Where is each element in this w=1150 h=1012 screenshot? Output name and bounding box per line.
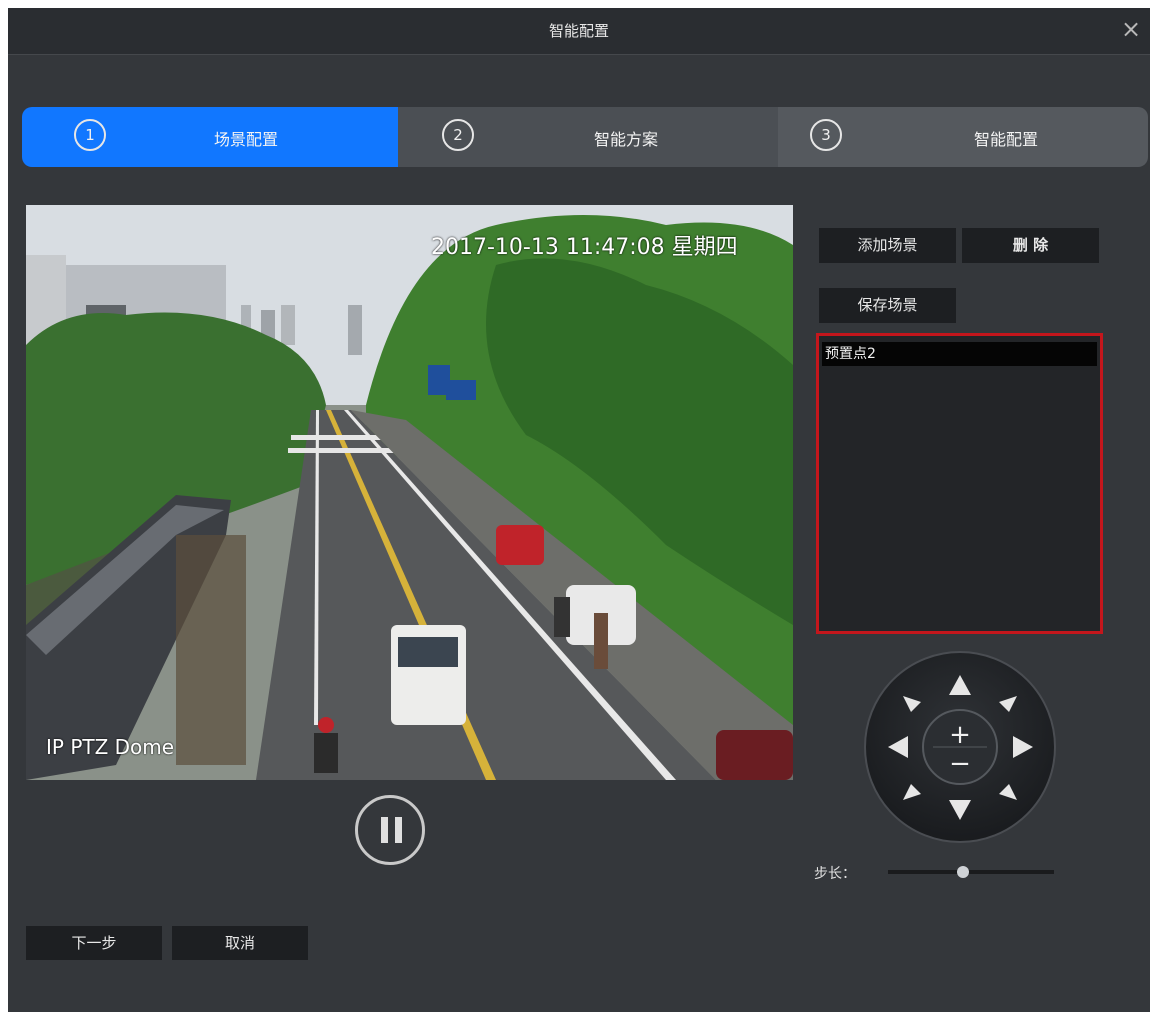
step-length-slider[interactable]	[888, 866, 1054, 878]
scene-list-item[interactable]: 预置点2	[822, 342, 1097, 366]
pause-icon-right	[395, 817, 402, 843]
camera-name-label: IP PTZ Dome	[46, 735, 175, 759]
pause-button[interactable]	[355, 795, 425, 865]
step-number-1: 1	[74, 119, 106, 151]
step-length-label: 步长：	[814, 866, 856, 882]
camera-scene-image	[26, 205, 793, 780]
step-label-3: 智能配置	[974, 130, 1039, 149]
step-smart-config[interactable]: 3 智能配置	[778, 107, 1148, 167]
step-length-slider-thumb[interactable]	[956, 866, 969, 878]
step-number-3: 3	[810, 119, 842, 151]
next-step-button[interactable]: 下一步	[26, 926, 162, 960]
delete-scene-button[interactable]: 删 除	[962, 228, 1099, 263]
save-scene-button[interactable]: 保存场景	[819, 288, 956, 323]
smart-config-dialog: 智能配置 × 1 场景配置 2 智能方案 3 智能配置 2017-10-13 1…	[8, 8, 1150, 1012]
dialog-title: 智能配置	[548, 22, 609, 40]
step-label-1: 场景配置	[214, 130, 279, 149]
cancel-button[interactable]: 取消	[172, 926, 308, 960]
step-number-2: 2	[442, 119, 474, 151]
ptz-control[interactable]: + −	[863, 650, 1057, 844]
scene-list[interactable]: 预置点2	[816, 333, 1103, 634]
wizard-steps: 1 场景配置 2 智能方案 3 智能配置	[22, 107, 1148, 167]
zoom-out-icon[interactable]: −	[949, 749, 971, 779]
title-bar: 智能配置 ×	[8, 8, 1150, 55]
video-timestamp: 2017-10-13 11:47:08 星期四	[431, 235, 738, 260]
step-smart-plan[interactable]: 2 智能方案	[398, 107, 778, 167]
video-preview[interactable]: 2017-10-13 11:47:08 星期四 IP PTZ Dome	[26, 205, 793, 780]
close-icon[interactable]: ×	[1118, 16, 1144, 42]
step-label-2: 智能方案	[594, 130, 659, 149]
zoom-in-icon[interactable]: +	[949, 720, 971, 750]
step-scene-config[interactable]: 1 场景配置	[22, 107, 398, 167]
pause-icon-left	[381, 817, 388, 843]
add-scene-button[interactable]: 添加场景	[819, 228, 956, 263]
